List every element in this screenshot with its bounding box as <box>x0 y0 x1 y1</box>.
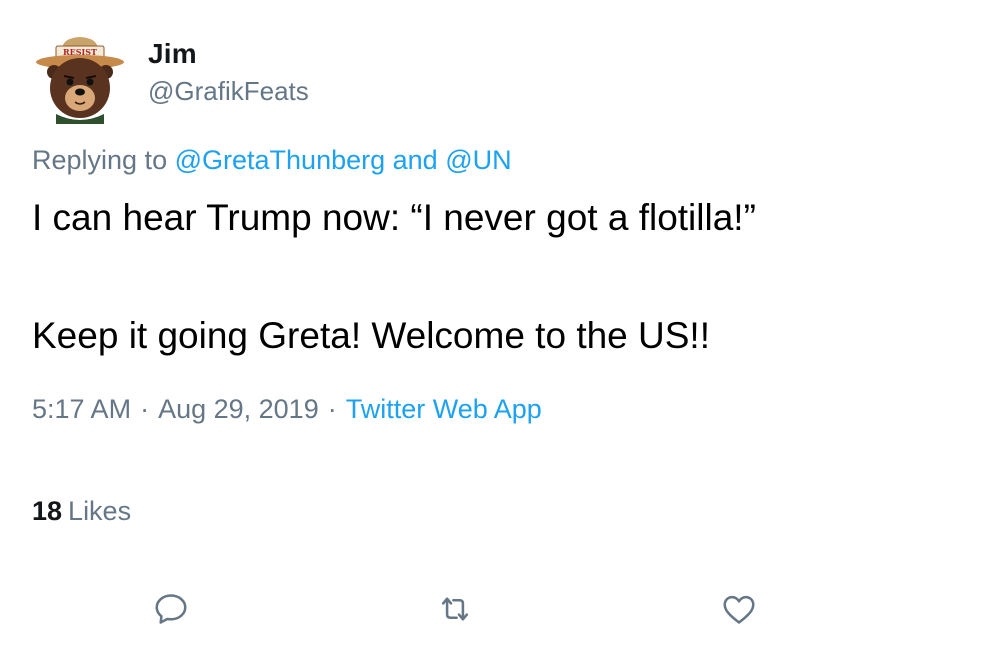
reply-icon <box>155 594 187 624</box>
heart-icon <box>723 595 755 624</box>
tweet-paragraph: I can hear Trump now: “I never got a flo… <box>32 197 756 238</box>
retweet-icon <box>441 597 469 621</box>
tweet-paragraph: Keep it going Greta! Welcome to the US!! <box>32 315 710 356</box>
tweet-meta: 5:17 AM · Aug 29, 2019 · Twitter Web App <box>32 394 542 425</box>
mention-link-un[interactable]: @UN <box>445 145 511 175</box>
tweet-source-link[interactable]: Twitter Web App <box>346 394 542 424</box>
reply-button[interactable] <box>150 588 192 630</box>
like-button[interactable] <box>718 588 760 630</box>
tweet-card: RESIST Jim @GrafikFeats Replying to @Gre… <box>0 0 989 659</box>
replying-to: Replying to @GretaThunberg and @UN <box>32 145 512 176</box>
tweet-date[interactable]: Aug 29, 2019 <box>158 394 319 424</box>
tweet-text: I can hear Trump now: “I never got a flo… <box>32 193 962 361</box>
retweet-button[interactable] <box>434 588 476 630</box>
likes-label: Likes <box>68 496 132 526</box>
meta-separator: · <box>327 394 337 424</box>
author-name[interactable]: Jim <box>148 38 197 70</box>
tweet-time[interactable]: 5:17 AM <box>32 394 131 424</box>
meta-separator: · <box>140 394 150 424</box>
likes-count: 18 <box>32 496 63 526</box>
avatar[interactable]: RESIST <box>32 28 128 124</box>
replying-to-prefix: Replying to <box>32 145 168 175</box>
replying-to-connector: and <box>392 145 438 175</box>
author-handle[interactable]: @GrafikFeats <box>148 76 309 107</box>
likes-stat[interactable]: 18 Likes <box>32 496 131 527</box>
smokey-bear-resist-avatar-icon: RESIST <box>36 37 124 124</box>
mention-link-gretathunberg[interactable]: @GretaThunberg <box>175 145 386 175</box>
